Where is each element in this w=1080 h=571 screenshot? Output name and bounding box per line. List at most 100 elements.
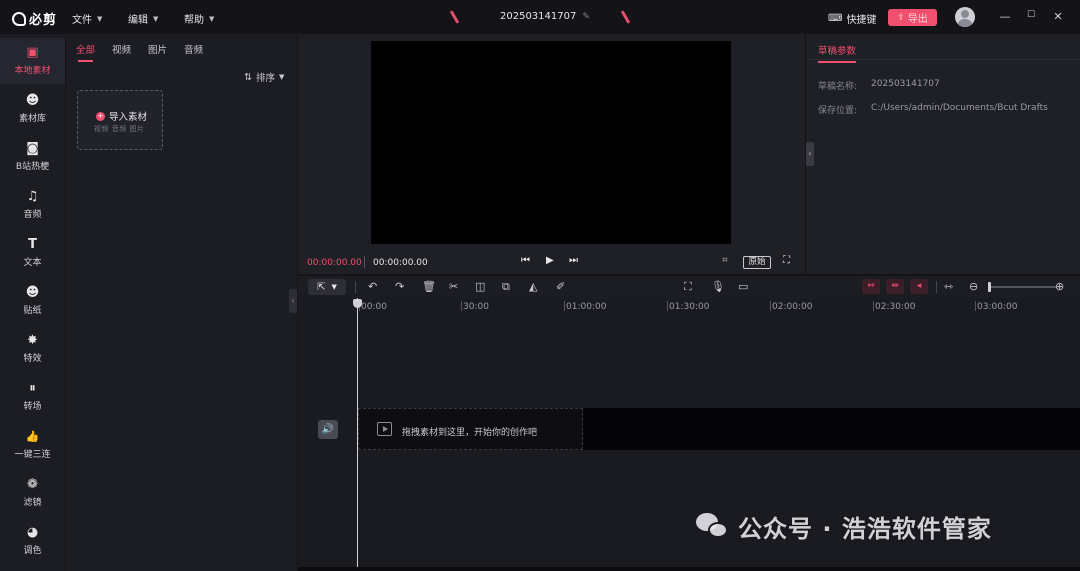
maximize-button[interactable]: ☐ (1024, 10, 1038, 20)
preview-screen (371, 41, 731, 244)
chevron-down-icon: ▼ (209, 14, 215, 23)
music-note-icon: ♫ (26, 189, 39, 204)
export-arrow-icon: ⇪ (897, 12, 905, 23)
menu-edit[interactable]: 编辑 ▼ (128, 11, 159, 27)
play-icon[interactable]: ▶ (546, 255, 554, 266)
zoom-slider-track[interactable] (988, 286, 1056, 288)
tab-audio[interactable]: 音频 (184, 42, 203, 56)
sort-label: 排序 (255, 73, 275, 84)
tab-image[interactable]: 图片 (148, 42, 167, 56)
ruler-label: 01:00:00 (566, 302, 607, 312)
playhead[interactable] (357, 298, 358, 571)
tab-draft-params[interactable]: 草稿参数 (818, 43, 857, 63)
sidebar-item-label: 转场 (23, 402, 42, 412)
sidebar-item-label: 素材库 (18, 114, 46, 124)
sidebar-item-filters[interactable]: ❁ 滤镜 (0, 470, 65, 516)
snap-icon[interactable]: ⇹ (886, 279, 904, 294)
menu-file[interactable]: 文件 ▼ (72, 11, 103, 27)
audio-separate-icon[interactable]: ◂ (910, 279, 928, 294)
skip-forward-icon[interactable]: ⏭ (569, 255, 578, 266)
delete-trash-icon[interactable]: 🗑 (422, 280, 436, 294)
media-tabs: 全部 视频 图片 音频 (76, 42, 203, 62)
track-mute-button[interactable]: 🔊 (318, 420, 338, 439)
zoom-slider-handle[interactable] (988, 282, 991, 292)
link-track-icon[interactable]: ⇔ (862, 279, 880, 294)
expand-params-button[interactable]: › (806, 142, 814, 166)
export-button[interactable]: ⇪ 导出 (888, 9, 937, 26)
select-tool-dropdown[interactable]: ⇱ ▼ (308, 279, 346, 295)
skip-back-icon[interactable]: ⏮ (521, 255, 530, 266)
import-subtitle: 视频 音频 图片 (94, 125, 145, 133)
param-value: C:/Users/admin/Documents/Bcut Drafts (871, 103, 1048, 113)
face-icon: ☻ (25, 93, 40, 108)
sidebar-item-local-media[interactable]: ▣ 本地素材 (0, 38, 65, 84)
aspect-ratio-button[interactable]: 原始 (743, 256, 771, 269)
watermark: 公众号 · 浩浩软件管家 (696, 509, 992, 544)
close-button[interactable]: ✕ (1051, 10, 1065, 23)
chevron-down-icon: ▼ (331, 283, 337, 291)
smart-capture-icon[interactable]: ⛶ (684, 280, 692, 294)
sidebar-item-bilibili-memes[interactable]: ◙ B站热梗 (0, 134, 65, 180)
tab-all[interactable]: 全部 (76, 42, 95, 62)
wechat-logo-icon (696, 512, 730, 541)
param-row-path: 保存位置: C:/Users/admin/Documents/Bcut Draf… (818, 103, 1048, 116)
chevron-down-icon: ▼ (278, 73, 285, 81)
project-title-text: 202503141707 (500, 11, 577, 22)
microphone-icon[interactable]: 🎙 (711, 280, 725, 294)
sidebar-item-audio[interactable]: ♫ 音频 (0, 182, 65, 228)
tab-video[interactable]: 视频 (112, 42, 131, 56)
shortcut-label: 快捷键 (846, 15, 877, 26)
decor-stripe-left (449, 10, 460, 24)
shortcut-button[interactable]: ⌨ 快捷键 (828, 11, 876, 26)
sidebar-item-label: 音频 (23, 210, 42, 220)
project-title[interactable]: 202503141707 ✎ (500, 11, 590, 22)
edit-pencil-icon[interactable]: ✎ (582, 12, 590, 22)
undo-icon[interactable]: ↶ (368, 280, 377, 294)
sidebar-item-label: 滤镜 (23, 498, 42, 508)
import-media-button[interactable]: + 导入素材 视频 音频 图片 (77, 90, 163, 150)
user-avatar[interactable] (955, 7, 975, 27)
sidebar: ▣ 本地素材 ☻ 素材库 ◙ B站热梗 ♫ 音频 T 文本 ☻ 贴纸 ✸ 特效 … (0, 34, 65, 571)
redo-icon[interactable]: ↷ (395, 280, 404, 294)
ruler-tick (461, 301, 462, 311)
import-title: + 导入素材 (96, 109, 147, 123)
fullscreen-icon[interactable]: ⛶ (783, 255, 790, 266)
minimize-button[interactable]: — (998, 10, 1012, 23)
mirror-icon[interactable]: ◭ (529, 280, 537, 294)
current-timecode: 00:00:00.00 (307, 258, 362, 268)
playhead-handle[interactable] (353, 299, 362, 308)
panel-divider (806, 59, 1080, 60)
fit-timeline-icon[interactable]: ⇿ (944, 280, 953, 294)
split-scissors-icon[interactable]: ✂ (449, 280, 458, 294)
drop-hint-text: 拖拽素材到这里，开始你的创作吧 (402, 428, 538, 438)
speaker-icon: 🔊 (321, 424, 335, 435)
toolbar-divider (936, 281, 937, 293)
zoom-in-icon[interactable]: ⊕ (1055, 280, 1064, 294)
palette-icon: ◕ (26, 525, 39, 540)
collapse-media-panel-button[interactable]: ‹ (289, 289, 297, 313)
menu-help[interactable]: 帮助 ▼ (184, 11, 215, 27)
marker-pen-icon[interactable]: ✐ (556, 280, 565, 294)
total-timecode: 00:00:00.00 (373, 258, 428, 268)
preview-panel: 00:00:00.00 00:00:00.00 ⏮ ▶ ⏭ ⌗ 原始 ⛶ (298, 34, 805, 274)
crop-frame-icon[interactable]: ⧉ (502, 280, 510, 294)
sort-button[interactable]: ⇅ 排序 ▼ (244, 70, 285, 85)
chevron-down-icon: ▼ (153, 14, 159, 23)
freeze-frame-icon[interactable]: ◫ (475, 280, 485, 294)
chevron-down-icon: ▼ (97, 14, 103, 23)
camera-record-icon[interactable]: ▭ (738, 280, 748, 294)
sidebar-item-asset-library[interactable]: ☻ 素材库 (0, 86, 65, 132)
sidebar-item-color-grading[interactable]: ◕ 调色 (0, 518, 65, 564)
sidebar-item-text[interactable]: T 文本 (0, 230, 65, 276)
timeline-scrollbar[interactable] (298, 567, 1080, 571)
sidebar-item-label: 特效 (23, 354, 42, 364)
sidebar-item-transitions[interactable]: ⏸ 转场 (0, 374, 65, 420)
sidebar-item-stickers[interactable]: ☻ 贴纸 (0, 278, 65, 324)
film-clip-icon (377, 422, 392, 436)
export-label: 导出 (907, 14, 928, 25)
sidebar-item-triple-like[interactable]: 👍 一键三连 (0, 422, 65, 468)
crop-icon[interactable]: ⌗ (722, 255, 728, 266)
sidebar-item-effects[interactable]: ✸ 特效 (0, 326, 65, 372)
timecode-divider (364, 256, 365, 268)
zoom-out-icon[interactable]: ⊖ (969, 280, 978, 294)
